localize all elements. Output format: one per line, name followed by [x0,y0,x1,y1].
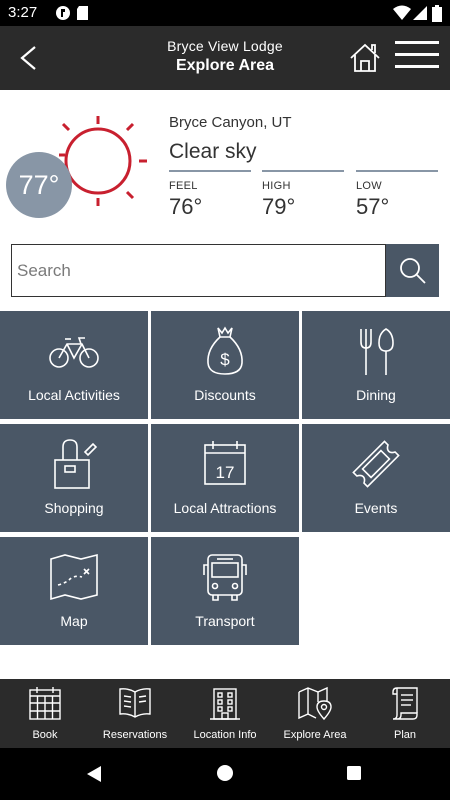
search-icon [399,257,426,284]
stat-value: 79° [262,194,296,219]
building-icon [210,688,240,720]
tile-label: Shopping [44,500,104,516]
tile-label: Local Activities [28,387,120,403]
status-time: 3:27 [8,4,38,21]
system-home-icon[interactable] [216,764,234,782]
high-stat: HIGH 79° [262,170,344,220]
svg-text:$: $ [220,350,230,369]
bus-icon [203,554,247,601]
nav-label: Explore Area [283,729,347,741]
weather-location: Bryce Canyon, UT [169,114,292,131]
header-subtitle: Bryce View Lodge [167,38,283,54]
search-input[interactable] [11,244,386,297]
stat-label: LOW [356,180,382,192]
system-recents-icon[interactable] [346,765,362,781]
status-bar: 3:27 [0,0,450,26]
search-button[interactable] [386,244,439,297]
search-bar [11,244,439,297]
stat-value: 76° [169,194,203,219]
calendar-day: 17 [216,463,235,482]
scroll-icon [392,687,418,720]
temperature-badge: 77° [6,152,72,218]
nav-label: Reservations [102,729,168,741]
bicycle-icon [49,337,99,368]
nav-label: Location Info [193,729,257,741]
hamburger-menu-icon[interactable] [395,41,439,75]
system-back-icon[interactable] [84,764,104,784]
fork-knife-icon [360,328,394,375]
tile-dining[interactable]: Dining [302,311,450,419]
tile-local-attractions[interactable]: 17 Local Attractions [151,424,299,532]
nav-item-plan[interactable]: Plan [360,679,450,748]
tile-shopping[interactable]: Shopping [0,424,148,532]
calendar-icon: 17 [204,441,246,485]
stat-label: HIGH [262,180,291,192]
map-pin-icon [298,686,332,721]
bottom-nav: Book Reservations Location Info Explore … [0,679,450,748]
tile-transport[interactable]: Transport [151,537,299,645]
calendar-grid-icon [29,687,61,720]
nav-item-explore-area[interactable]: Explore Area [270,679,360,748]
sun-icon [59,116,147,206]
tile-discounts[interactable]: $ Discounts [151,311,299,419]
tile-label: Dining [356,387,396,403]
shopping-bag-icon [54,439,98,489]
home-icon[interactable] [348,42,382,74]
map-icon [50,553,98,601]
tile-label: Transport [195,613,255,629]
stat-label: FEEL [169,180,198,192]
feel-stat: FEEL 76° [169,170,251,220]
weather-widget: 77° Bryce Canyon, UT Clear sky FEEL 76° … [0,90,450,240]
app-notification-icon [56,6,70,20]
ticket-icon [352,440,400,488]
header-titles: Bryce View Lodge Explore Area [110,38,340,75]
sd-card-icon [77,6,88,20]
system-nav-bar [0,748,450,800]
signal-icon [413,6,427,20]
nav-item-book[interactable]: Book [0,679,90,748]
tile-label: Map [60,613,88,629]
tile-local-activities[interactable]: Local Activities [0,311,148,419]
back-arrow-icon[interactable] [14,42,44,74]
tile-events[interactable]: Events [302,424,450,532]
nav-label: Plan [393,729,417,741]
tile-label: Discounts [194,387,256,403]
stat-value: 57° [356,194,390,219]
weather-condition: Clear sky [169,140,257,163]
money-bag-icon: $ [207,326,243,375]
nav-label: Book [32,729,58,741]
book-icon [119,688,151,718]
battery-icon [432,5,442,22]
tile-map[interactable]: Map [0,537,148,645]
tile-label: Events [354,500,398,516]
page-title: Explore Area [175,57,275,74]
app-header: Bryce View Lodge Explore Area [0,26,450,90]
nav-item-location-info[interactable]: Location Info [180,679,270,748]
tile-label: Local Attractions [173,500,277,516]
nav-item-reservations[interactable]: Reservations [90,679,180,748]
wifi-icon [393,5,411,20]
low-stat: LOW 57° [356,170,438,220]
